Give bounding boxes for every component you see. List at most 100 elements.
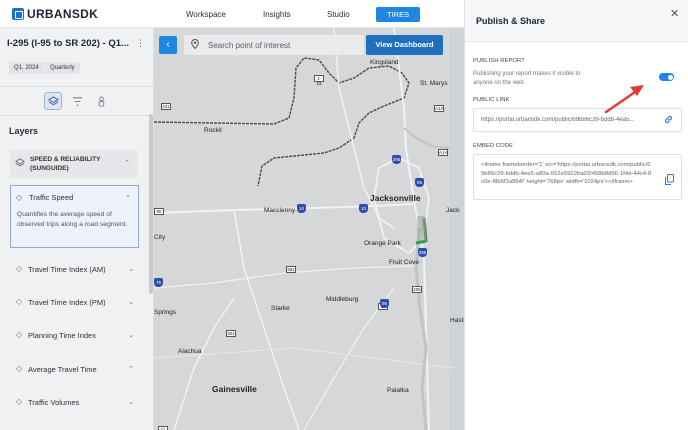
map-label: Rockil bbox=[204, 127, 222, 134]
layer-item-planning-time-index[interactable]: ◇ Planning Time Index ⌄ bbox=[16, 330, 134, 342]
interstate-shield: 10 bbox=[359, 204, 368, 213]
nav-insights[interactable]: Insights bbox=[263, 10, 291, 19]
layer-item-traffic-speed[interactable]: ◇ Traffic Speed ⌃ Quantifies the average… bbox=[10, 185, 139, 248]
layer-description: Quantifies the average speed of observed… bbox=[17, 211, 128, 228]
chevron-left-icon: ‹ bbox=[166, 39, 170, 50]
map-label: St. Marys bbox=[420, 80, 448, 87]
embed-code-label: EMBED CODE bbox=[473, 143, 513, 149]
route-shield: 301 bbox=[226, 330, 236, 337]
copy-icon[interactable] bbox=[665, 172, 674, 185]
panel-tabs bbox=[0, 86, 154, 116]
chevron-down-icon[interactable]: ⌄ bbox=[128, 265, 134, 273]
layer-title: Travel Time Index (PM) bbox=[28, 298, 106, 307]
layer-title: Average Travel Time bbox=[28, 365, 97, 374]
diamond-icon: ◇ bbox=[16, 297, 23, 306]
filter-tab-icon[interactable] bbox=[68, 92, 86, 110]
route-shield: A1A bbox=[434, 105, 444, 112]
link-icon[interactable] bbox=[663, 114, 674, 128]
map-label: Springs bbox=[154, 309, 177, 316]
layers-heading: Layers bbox=[9, 126, 39, 136]
interstate-shield: 95 bbox=[415, 178, 424, 187]
nav-workspace[interactable]: Workspace bbox=[186, 10, 226, 19]
publish-report-label: PUBLISH REPORT bbox=[473, 58, 525, 64]
map-label: Palatka bbox=[387, 387, 409, 394]
map-label: Orange Park bbox=[364, 240, 401, 247]
annotation-arrow-icon bbox=[604, 85, 644, 114]
report-title: I-295 (I-95 to SR 202) - Q1... bbox=[7, 38, 129, 49]
kebab-menu-icon[interactable]: ⋮ bbox=[136, 38, 145, 49]
map-label: Jacksonville bbox=[370, 193, 421, 203]
frequency-chip: Quarterly bbox=[45, 62, 80, 74]
route-shield: 381 bbox=[286, 266, 296, 273]
layer-group-speed-reliability[interactable]: SPEED & RELIABILITY (SUNGUIDE) ⌃ bbox=[10, 150, 138, 178]
map-roads bbox=[154, 28, 464, 430]
route-shield: 441 bbox=[161, 103, 171, 110]
route-shield: 21 bbox=[158, 426, 168, 430]
layers-tab-icon[interactable] bbox=[44, 92, 62, 110]
panel-header: Publish & Share ✕ bbox=[465, 0, 688, 42]
layer-item-traffic-volumes[interactable]: ◇ Traffic Volumes ⌄ bbox=[16, 397, 134, 409]
chevron-down-icon[interactable]: ⌄ bbox=[128, 398, 134, 406]
person-tab-icon[interactable] bbox=[92, 92, 110, 110]
brand-logo[interactable]: URBANSDK bbox=[12, 7, 98, 21]
close-icon[interactable]: ✕ bbox=[670, 7, 679, 20]
route-shield: 206 bbox=[412, 286, 422, 293]
map-label: Gainesville bbox=[212, 384, 257, 394]
view-dashboard-button[interactable]: View Dashboard bbox=[366, 35, 443, 55]
chevron-up-icon[interactable]: ⌃ bbox=[124, 159, 130, 167]
map-label: Starke bbox=[271, 305, 290, 312]
chevron-down-icon[interactable]: ⌄ bbox=[128, 298, 134, 306]
collapse-panel-button[interactable]: ‹ bbox=[159, 36, 177, 54]
publish-share-panel: Publish & Share ✕ PUBLISH REPORT Publish… bbox=[464, 0, 688, 430]
nav-studio[interactable]: Studio bbox=[327, 10, 350, 19]
embed-code-value: <iframe frameborder='1' src='https://por… bbox=[481, 162, 652, 185]
route-shield: A1A bbox=[438, 149, 448, 156]
map-label: Middleburg bbox=[326, 296, 359, 303]
diamond-icon: ◇ bbox=[16, 264, 23, 273]
map-label: City bbox=[154, 234, 166, 241]
chevron-down-icon[interactable]: ⌄ bbox=[128, 331, 134, 339]
embed-code-field[interactable]: <iframe frameborder='1' src='https://por… bbox=[473, 154, 682, 200]
period-chip: Q1, 2024 bbox=[9, 62, 44, 74]
chevron-up-icon[interactable]: ⌃ bbox=[125, 194, 131, 202]
interstate-shield: 295 bbox=[418, 248, 427, 257]
layers-panel: I-295 (I-95 to SR 202) - Q1... ⋮ Q1, 202… bbox=[0, 28, 154, 430]
public-link-label: PUBLIC LINK bbox=[473, 97, 510, 103]
poi-search-input[interactable] bbox=[208, 38, 358, 52]
map-label: Hastings bbox=[450, 317, 464, 324]
nav-tires-button[interactable]: TIRES bbox=[376, 7, 421, 22]
route-shield: 1-23 bbox=[314, 75, 324, 86]
layer-title: Travel Time Index (AM) bbox=[28, 265, 106, 274]
map-label: Kingsland bbox=[370, 59, 399, 66]
diamond-icon: ◇ bbox=[16, 364, 23, 373]
public-link-field[interactable]: https://portal.urbansdk.com/public/69b86… bbox=[473, 108, 682, 132]
brand-name: URBANSDK bbox=[27, 7, 99, 21]
interstate-shield: 10 bbox=[297, 204, 306, 213]
layer-title: Planning Time Index bbox=[28, 331, 96, 340]
map-label: Alachua bbox=[178, 348, 202, 355]
route-shield: 90 bbox=[154, 208, 164, 215]
layer-item-average-travel-time[interactable]: ◇ Average Travel Time ⌃ bbox=[16, 364, 134, 376]
publish-report-description: Publishing your report makes it visible … bbox=[473, 71, 581, 86]
poi-search[interactable] bbox=[184, 35, 364, 55]
publish-toggle[interactable] bbox=[659, 73, 674, 81]
layer-item-tti-pm[interactable]: ◇ Travel Time Index (PM) ⌄ bbox=[16, 297, 134, 309]
diamond-icon: ◇ bbox=[16, 330, 23, 339]
interstate-shield: 95 bbox=[380, 299, 389, 308]
layers-stack-icon bbox=[15, 158, 25, 170]
layer-group-title: SPEED & RELIABILITY (SUNGUIDE) bbox=[30, 156, 101, 172]
interstate-shield: 75 bbox=[154, 278, 163, 287]
diamond-icon: ◇ bbox=[16, 397, 23, 406]
map-label: Jacksonville Beach bbox=[446, 207, 460, 214]
chevron-up-icon[interactable]: ⌃ bbox=[128, 365, 134, 373]
layer-title: Traffic Speed bbox=[29, 193, 74, 202]
diamond-icon: ◇ bbox=[16, 193, 23, 202]
map-canvas[interactable]: Kingsland St. Marys Rockil Jacksonville … bbox=[154, 28, 464, 430]
panel-title: Publish & Share bbox=[476, 16, 546, 26]
map-label: Macclenny bbox=[264, 207, 296, 214]
panel-scrollbar[interactable] bbox=[149, 114, 153, 294]
layer-item-tti-am[interactable]: ◇ Travel Time Index (AM) ⌄ bbox=[16, 264, 134, 276]
map-label: Fruit Cove bbox=[389, 259, 419, 266]
public-link-value: https://portal.urbansdk.com/public/69b86… bbox=[481, 117, 635, 123]
layer-title: Traffic Volumes bbox=[28, 398, 80, 407]
